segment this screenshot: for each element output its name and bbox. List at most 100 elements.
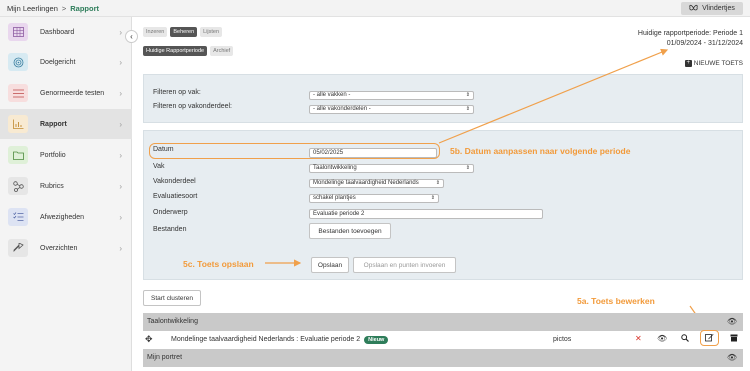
select-arrows-icon: ⇕: [465, 92, 470, 98]
subject-value: Taalontwikkeling: [313, 165, 357, 171]
folder-icon: [8, 146, 28, 164]
chevron-right-icon: ›: [119, 150, 122, 160]
sidebar-item-label: Genormeerde testen: [40, 89, 105, 97]
edit-icon: [705, 333, 714, 344]
select-arrows-icon: ⇕: [465, 165, 470, 171]
tab-inzeren[interactable]: Inzeren: [143, 27, 168, 37]
tab-beheren[interactable]: Beheren: [170, 27, 198, 37]
breadcrumb: Mijn Leerlingen > Rapport: [7, 4, 99, 13]
sidebar-item-overzichten[interactable]: Overzichten ›: [0, 233, 132, 263]
sidebar-item-label: Rubrics: [40, 182, 64, 190]
part-value: Mondelinge taalvaardigheid Nederlands: [313, 180, 419, 186]
subject-select[interactable]: Taalontwikkeling ⇕: [309, 164, 474, 173]
sidebar-item-dashboard[interactable]: Dashboard ›: [0, 17, 132, 47]
new-test-label: NIEUWE TOETS: [693, 60, 743, 67]
delete-icon[interactable]: ✕: [635, 334, 642, 343]
period-dates: 01/09/2024 - 31/12/2024: [666, 40, 743, 47]
chevron-right-icon: ›: [119, 57, 122, 67]
test-row: ✥ Mondelinge taalvaardigheid Nederlands …: [143, 331, 743, 349]
list-icon: [8, 84, 28, 102]
tab-archief[interactable]: Archief: [210, 46, 234, 56]
sidebar-item-rapport[interactable]: Rapport ›: [0, 109, 132, 139]
topic-value: Evaluatie periode 2: [313, 211, 365, 217]
start-clustering-button[interactable]: Start clusteren: [143, 290, 201, 306]
select-arrows-icon: ⇕: [435, 180, 440, 186]
sidebar-item-label: Overzichten: [40, 244, 78, 252]
select-arrows-icon: ⇕: [430, 195, 435, 201]
filter-part-value: - alle vakonderdelen -: [313, 106, 371, 112]
class-selector-button[interactable]: Vlindertjes: [681, 2, 743, 15]
chevron-right-icon: ›: [119, 27, 122, 37]
sidebar-item-label: Rapport: [40, 120, 67, 128]
topic-label: Onderwerp: [153, 209, 188, 216]
section-title: Taalontwikkeling: [147, 318, 198, 325]
test-type: pictos: [553, 336, 572, 343]
tab-huidige-rapportperiode[interactable]: Huidige Rapportperiode: [143, 46, 208, 56]
section-bar-taalontwikkeling[interactable]: Taalontwikkeling 👁: [143, 313, 743, 331]
filter-subject-value: - alle vakken -: [313, 92, 351, 98]
period-tabs: Huidige Rapportperiode Archief: [143, 46, 234, 56]
section-bar-mijn-portret[interactable]: Mijn portret 👁: [143, 349, 743, 367]
sidebar-item-label: Doelgericht: [40, 58, 76, 66]
eye-icon[interactable]: 👁: [727, 353, 737, 362]
chart-icon: [8, 115, 28, 133]
chevron-right-icon: ›: [119, 181, 122, 191]
move-icon[interactable]: ✥: [145, 334, 153, 345]
tab-lijsten[interactable]: Lijsten: [200, 27, 223, 37]
new-test-button[interactable]: + NIEUWE TOETS: [684, 60, 743, 67]
sidebar-item-afwezigheden[interactable]: Afwezigheden ›: [0, 202, 132, 232]
class-selector-label: Vlindertjes: [702, 5, 735, 12]
archive-icon[interactable]: [730, 334, 738, 344]
section-title: Mijn portret: [147, 354, 183, 361]
add-files-button[interactable]: Bestanden toevoegen: [309, 223, 391, 239]
sidebar-collapse-button[interactable]: ‹: [125, 30, 138, 43]
breadcrumb-separator: >: [61, 4, 67, 13]
breadcrumb-root[interactable]: Mijn Leerlingen: [7, 4, 58, 13]
period-info: Huidige rapportperiode: Periode 1 01/09/…: [638, 29, 743, 49]
chevron-left-icon: ‹: [130, 32, 133, 41]
grid-icon: [8, 23, 28, 41]
sidebar: Dashboard › Doelgericht › Genormeerde te…: [0, 17, 132, 371]
files-label: Bestanden: [153, 226, 187, 233]
sidebar-item-genormeerde-testen[interactable]: Genormeerde testen ›: [0, 78, 132, 108]
topic-field[interactable]: Evaluatie periode 2: [309, 209, 543, 219]
eye-icon[interactable]: 👁: [657, 334, 667, 343]
part-label: Vakonderdeel: [153, 178, 196, 185]
annotation-save: 5c. Toets opslaan: [183, 259, 254, 269]
sidebar-item-label: Portfolio: [40, 151, 66, 159]
period-title: Huidige rapportperiode: Periode 1: [637, 30, 743, 37]
checklist-icon: [8, 208, 28, 226]
filter-panel: Filteren op vak: - alle vakken - ⇕ Filter…: [143, 74, 743, 123]
main-tabs: Inzeren Beheren Lijsten: [143, 27, 223, 37]
select-arrows-icon: ⇕: [465, 106, 470, 112]
sidebar-item-label: Afwezigheden: [40, 213, 84, 221]
test-title: Mondelinge taalvaardigheid Nederlands : …: [171, 336, 361, 343]
date-highlight-frame: [149, 143, 440, 159]
part-select[interactable]: Mondelinge taalvaardigheid Nederlands ⇕: [309, 179, 444, 188]
edit-test-button[interactable]: [700, 330, 719, 346]
eye-icon[interactable]: 👁: [727, 317, 737, 326]
save-and-enter-points-button[interactable]: Opslaan en punten invoeren: [353, 257, 456, 273]
sidebar-item-doelgericht[interactable]: Doelgericht ›: [0, 47, 132, 77]
filter-subject-label: Filteren op vak:: [153, 89, 201, 96]
chevron-right-icon: ›: [119, 88, 122, 98]
breadcrumb-current: Rapport: [70, 4, 100, 13]
test-title-wrap: Mondelinge taalvaardigheid Nederlands : …: [171, 336, 389, 344]
top-bar: Mijn Leerlingen > Rapport Vlindertjes: [0, 0, 750, 17]
annotation-edit: 5a. Toets bewerken: [577, 296, 655, 306]
sidebar-item-portfolio[interactable]: Portfolio ›: [0, 140, 132, 170]
filter-subject-select[interactable]: - alle vakken - ⇕: [309, 91, 474, 100]
chevron-right-icon: ›: [119, 243, 122, 253]
search-icon[interactable]: [681, 334, 689, 344]
sidebar-item-label: Dashboard: [40, 28, 75, 36]
new-badge: Nieuw: [364, 336, 389, 344]
filter-part-select[interactable]: - alle vakonderdelen - ⇕: [309, 105, 474, 114]
sidebar-item-rubrics[interactable]: Rubrics ›: [0, 171, 132, 201]
save-button[interactable]: Opslaan: [311, 257, 349, 273]
evaluation-type-value: schakel plantjes: [313, 195, 356, 201]
chevron-right-icon: ›: [119, 212, 122, 222]
evaluation-type-select[interactable]: schakel plantjes ⇕: [309, 194, 439, 203]
subject-label: Vak: [153, 163, 165, 170]
annotation-date: 5b. Datum aanpassen naar volgende period…: [450, 146, 631, 156]
butterfly-icon: [689, 4, 698, 14]
